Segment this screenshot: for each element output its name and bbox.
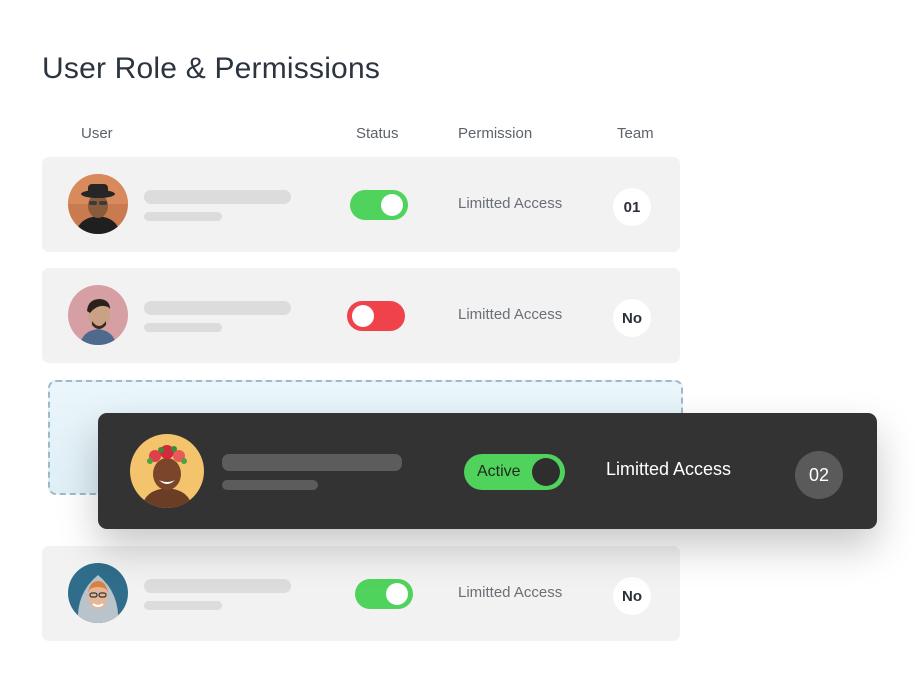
user-avatar [68, 563, 128, 623]
username-placeholder [144, 190, 291, 204]
user-row-1[interactable]: Limitted Access 01 [42, 157, 680, 252]
dragging-user-row[interactable]: Active Limitted Access 02 [98, 413, 877, 529]
avatar-woman-flower-crown-icon [130, 434, 204, 508]
toggle-knob [381, 194, 403, 216]
page-title: User Role & Permissions [42, 52, 381, 85]
status-toggle-label: Active [477, 463, 521, 480]
column-header-permission: Permission [458, 125, 533, 142]
username-placeholder [144, 301, 291, 315]
username-placeholder [222, 454, 402, 471]
toggle-knob [532, 458, 560, 486]
column-header-status: Status [356, 125, 399, 142]
subtitle-placeholder [144, 212, 222, 221]
team-badge[interactable]: No [613, 299, 651, 337]
user-row-2[interactable]: Limitted Access No [42, 268, 680, 363]
team-badge[interactable]: No [613, 577, 651, 615]
permission-label[interactable]: Limitted Access [458, 306, 562, 323]
permission-label[interactable]: Limitted Access [458, 584, 562, 601]
permission-label[interactable]: Limitted Access [606, 459, 731, 480]
team-badge[interactable]: 01 [613, 188, 651, 226]
avatar-woman-hood-icon [68, 563, 128, 623]
subtitle-placeholder [144, 323, 222, 332]
user-row-3[interactable]: Limitted Access No [42, 546, 680, 641]
column-header-team: Team [617, 125, 654, 142]
user-avatar [130, 434, 204, 508]
column-header-user: User [81, 125, 113, 142]
toggle-knob [352, 305, 374, 327]
status-toggle[interactable] [347, 301, 405, 331]
username-placeholder [144, 579, 291, 593]
subtitle-placeholder [222, 480, 318, 490]
status-toggle-active[interactable]: Active [464, 454, 565, 490]
status-toggle[interactable] [355, 579, 413, 609]
subtitle-placeholder [144, 601, 222, 610]
user-avatar [68, 174, 128, 234]
permission-label[interactable]: Limitted Access [458, 195, 562, 212]
toggle-knob [386, 583, 408, 605]
status-toggle[interactable] [350, 190, 408, 220]
user-avatar [68, 285, 128, 345]
avatar-man-profile-icon [68, 285, 128, 345]
team-badge[interactable]: 02 [795, 451, 843, 499]
avatar-man-hat-sunglasses-icon [68, 174, 128, 234]
